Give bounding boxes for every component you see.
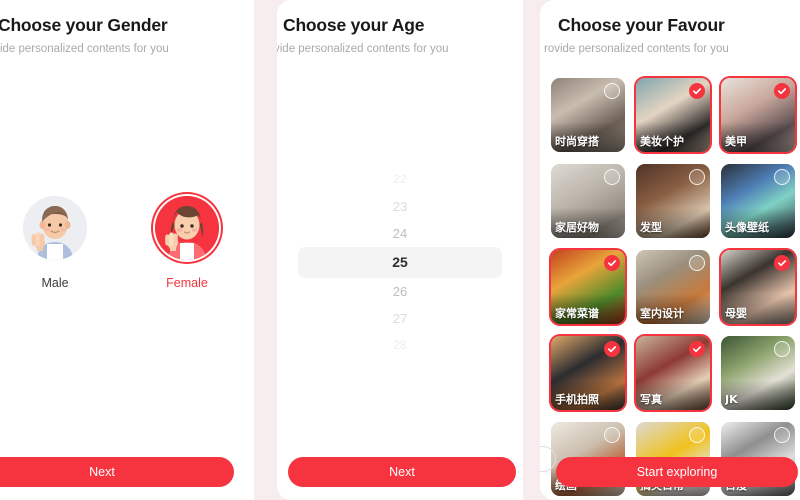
check-icon[interactable] <box>774 255 790 271</box>
favour-tile-label: 手机拍照 <box>555 393 599 406</box>
favour-tile-label: 美甲 <box>725 135 747 148</box>
female-avatar[interactable] <box>155 196 219 260</box>
favour-tile-label: 家居好物 <box>555 221 599 234</box>
favour-tile-label: 美妆个护 <box>640 135 684 148</box>
check-icon[interactable] <box>604 255 620 271</box>
onboarding-screens: Choose your Gender rovide personalized c… <box>0 0 800 500</box>
age-option[interactable]: 27 <box>298 305 502 332</box>
empty-circle-icon[interactable] <box>689 427 705 443</box>
age-option[interactable]: 28 <box>298 332 502 359</box>
favour-tile-label: 母婴 <box>725 307 747 320</box>
gender-panel: Choose your Gender rovide personalized c… <box>0 0 254 500</box>
gender-option-male[interactable]: Male <box>23 196 87 290</box>
age-picker[interactable]: 22 23 24 25 26 27 28 <box>277 166 523 359</box>
empty-circle-icon[interactable] <box>774 427 790 443</box>
gender-label-male: Male <box>41 276 69 290</box>
page-title: Choose your Age <box>283 15 425 35</box>
page-title: Choose your Favour <box>558 15 725 35</box>
favour-tile-label: JK <box>725 393 738 406</box>
female-avatar-icon <box>155 196 219 260</box>
age-option-selected[interactable]: 25 <box>298 247 502 278</box>
age-option[interactable]: 23 <box>298 193 502 220</box>
age-option[interactable]: 24 <box>298 220 502 247</box>
gender-option-female[interactable]: Female <box>155 196 219 290</box>
favour-tile[interactable]: 室内设计 <box>636 250 710 324</box>
favour-tile[interactable]: 头像壁纸 <box>721 164 795 238</box>
favour-panel-header: Choose your Favour rovide personalized c… <box>540 0 800 57</box>
favour-tile-label: 室内设计 <box>640 307 684 320</box>
check-icon[interactable] <box>604 341 620 357</box>
gender-options: Male Female <box>0 196 254 290</box>
male-avatar[interactable] <box>23 196 87 260</box>
favour-tile-label: 写真 <box>640 393 662 406</box>
start-exploring-button[interactable]: Start exploring <box>556 457 798 487</box>
next-button-age[interactable]: Next <box>288 457 516 487</box>
gender-panel-header: Choose your Gender rovide personalized c… <box>0 0 254 57</box>
empty-circle-icon[interactable] <box>604 427 620 443</box>
favour-tile[interactable]: 家常菜谱 <box>551 250 625 324</box>
check-icon[interactable] <box>774 83 790 99</box>
favour-tile[interactable]: 写真 <box>636 336 710 410</box>
favour-tile[interactable]: 发型 <box>636 164 710 238</box>
gender-label-female: Female <box>166 276 208 290</box>
page-subtitle: vide personalized contents for you <box>277 43 449 55</box>
empty-circle-icon[interactable] <box>604 83 620 99</box>
age-panel-header: Choose your Age vide personalized conten… <box>277 0 523 57</box>
age-option[interactable]: 22 <box>298 166 502 193</box>
favour-tile[interactable]: 手机拍照 <box>551 336 625 410</box>
male-avatar-icon <box>23 196 87 260</box>
favour-tile[interactable]: 美妆个护 <box>636 78 710 152</box>
favour-tile[interactable]: 时尚穿搭 <box>551 78 625 152</box>
empty-circle-icon[interactable] <box>604 169 620 185</box>
next-button-gender[interactable]: Next <box>0 457 234 487</box>
empty-circle-icon[interactable] <box>774 169 790 185</box>
favour-tile-label: 发型 <box>640 221 662 234</box>
age-option[interactable]: 26 <box>298 278 502 305</box>
favour-tile[interactable]: 母婴 <box>721 250 795 324</box>
check-icon[interactable] <box>689 341 705 357</box>
age-panel: Choose your Age vide personalized conten… <box>277 0 523 500</box>
favour-tile-label: 时尚穿搭 <box>555 135 599 148</box>
favour-tile-label: 头像壁纸 <box>725 221 769 234</box>
favour-tile-grid: 时尚穿搭美妆个护美甲家居好物发型头像壁纸家常菜谱室内设计母婴手机拍照写真JK绘画… <box>551 78 800 496</box>
page-title: Choose your Gender <box>0 15 168 35</box>
check-icon[interactable] <box>689 83 705 99</box>
favour-tile-label: 家常菜谱 <box>555 307 599 320</box>
favour-tile[interactable]: JK <box>721 336 795 410</box>
empty-circle-icon[interactable] <box>689 169 705 185</box>
empty-circle-icon[interactable] <box>689 255 705 271</box>
favour-tile[interactable]: 家居好物 <box>551 164 625 238</box>
favour-panel: Choose your Favour rovide personalized c… <box>540 0 800 500</box>
empty-circle-icon[interactable] <box>774 341 790 357</box>
page-subtitle: rovide personalized contents for you <box>0 43 169 55</box>
page-subtitle: rovide personalized contents for you <box>544 43 729 55</box>
favour-tile[interactable]: 美甲 <box>721 78 795 152</box>
